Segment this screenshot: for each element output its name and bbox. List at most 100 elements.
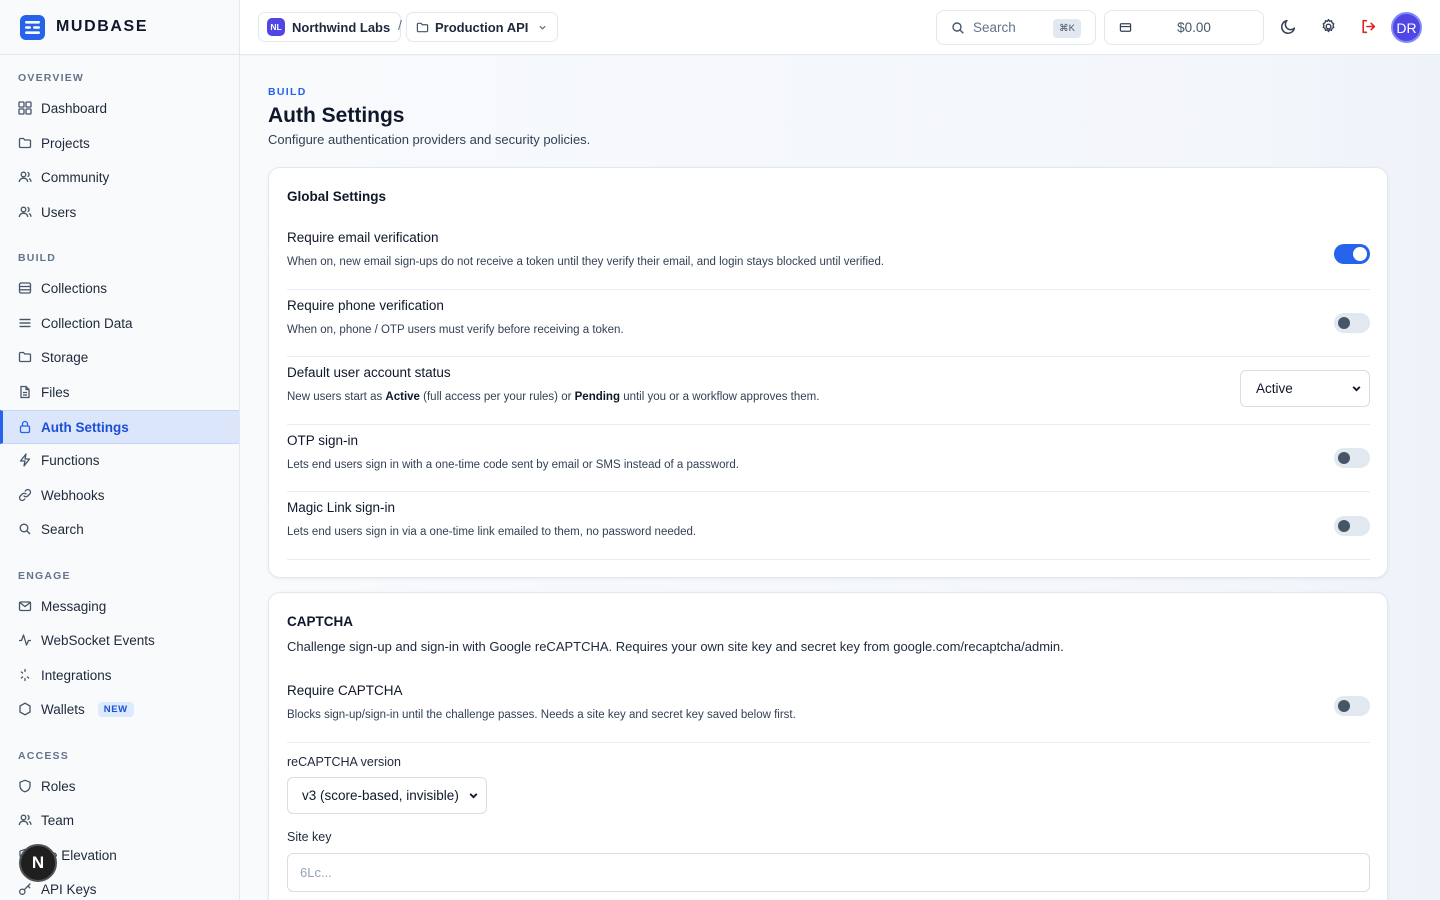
site-key-input[interactable]: 6Lc... [287,853,1370,892]
page-eyebrow: BUILD [268,86,307,98]
phone-verification-toggle[interactable] [1334,313,1370,333]
sidebar-item-label: Messaging [41,598,107,614]
setting-row-email-verification: Require email verification When on, new … [287,222,1370,290]
sidebar-item-community[interactable]: Community [0,160,239,194]
nav-section-access: ACCESS [18,750,69,762]
sidebar-item-collection-data[interactable]: Collection Data [0,306,239,340]
sidebar-item-websocket-events[interactable]: WebSocket Events [0,623,239,657]
org-avatar: NL [267,18,285,36]
users-icon [18,170,32,184]
sidebar-item-collections[interactable]: Collections [0,271,239,305]
chevron-down-icon [1351,383,1362,394]
brand[interactable]: MUDBASE [0,0,239,55]
setting-title: OTP sign-in [287,433,359,448]
setting-row-phone-verification: Require phone verification When on, phon… [287,290,1370,357]
breadcrumb-org[interactable]: NL Northwind Labs [258,12,402,42]
setting-description: When on, new email sign-ups do not recei… [287,256,885,268]
select-value: v3 (score-based, invisible) [302,788,459,803]
setting-description: When on, phone / OTP users must verify b… [287,324,624,336]
bolt-icon [18,453,32,467]
sidebar-item-roles[interactable]: Roles [0,769,239,803]
sidebar-item-label: Projects [41,135,90,151]
sidebar-item-label: Integrations [41,667,112,683]
setting-title: Magic Link sign-in [287,500,396,515]
require-captcha-toggle[interactable] [1334,696,1370,716]
setting-description: Blocks sign-up/sign-in until the challen… [287,709,796,721]
breadcrumb-project[interactable]: Production API [406,12,559,42]
nav-section-build: BUILD [18,252,57,264]
recaptcha-version-select[interactable]: v3 (score-based, invisible) [287,777,487,814]
gear-icon[interactable] [1318,16,1338,36]
chevron-down-icon [538,23,547,32]
sidebar-item-label: Files [41,384,70,400]
setting-row-default-status: Default user account status New users st… [287,357,1370,425]
setting-title: Require CAPTCHA [287,683,403,698]
email-verification-toggle[interactable] [1334,244,1370,264]
search-input[interactable]: Search ⌘K [936,10,1096,45]
nav-section-engage: ENGAGE [18,570,71,582]
sidebar-item-label: Collections [41,280,108,296]
sidebar-item-label: API Keys [41,881,97,897]
moon-icon[interactable] [1278,16,1298,36]
sidebar-item-users[interactable]: Users [0,195,239,229]
otp-signin-toggle[interactable] [1334,448,1370,468]
users-icon [18,813,32,827]
default-status-select[interactable]: Active [1240,370,1370,407]
captcha-title: CAPTCHA [287,614,353,629]
hexagon-icon [18,702,32,716]
mail-icon [18,599,32,613]
magic-link-toggle[interactable] [1334,516,1370,536]
sidebar-item-wallets[interactable]: Wallets NEW [0,692,239,726]
sidebar-item-files[interactable]: Files [0,375,239,409]
file-icon [18,385,32,399]
balance-amount: $0.00 [1177,20,1211,35]
captcha-card: CAPTCHA Challenge sign-up and sign-in wi… [268,592,1388,900]
sidebar-item-auth-settings[interactable]: Auth Settings [0,410,239,444]
toggle-knob [1338,317,1350,329]
folder-icon [18,350,32,364]
toggle-knob [1338,452,1350,464]
nav-section-overview: OVERVIEW [18,72,85,84]
sidebar-item-dashboard[interactable]: Dashboard [0,91,239,125]
global-settings-title: Global Settings [287,189,387,204]
sidebar-item-storage[interactable]: Storage [0,340,239,374]
setting-title: Default user account status [287,365,451,380]
link-icon [18,488,32,502]
toggle-knob [1338,700,1350,712]
users-icon [18,205,32,219]
sidebar-item-label: Functions [41,452,100,468]
sidebar: MUDBASE OVERVIEW Dashboard Projects Comm… [0,0,240,900]
brand-name: MUDBASE [56,18,149,35]
site-key-label: Site key [287,830,332,844]
sidebar-item-label: Users [41,204,77,220]
recaptcha-version-label: reCAPTCHA version [287,755,401,769]
sidebar-item-team[interactable]: Team [0,803,239,837]
sidebar-item-projects[interactable]: Projects [0,126,239,160]
toggle-knob [1353,247,1367,261]
setting-description: Lets end users sign in via a one-time li… [287,526,697,538]
shield-icon [18,779,32,793]
setting-row-otp: OTP sign-in Lets end users sign in with … [287,425,1370,492]
main-content: BUILD Auth Settings Configure authentica… [240,56,1440,900]
breadcrumb-separator: / [398,17,402,33]
logout-icon[interactable] [1358,16,1378,36]
sidebar-item-label: Team [41,812,75,828]
sidebar-item-label: Roles [41,778,76,794]
sidebar-item-integrations[interactable]: Integrations [0,658,239,692]
grid-icon [18,101,32,115]
search-icon [18,522,32,536]
sparkle-icon [18,668,32,682]
setting-row-require-captcha: Require CAPTCHA Blocks sign-up/sign-in u… [287,675,1370,743]
key-icon [18,882,32,896]
balance-button[interactable]: $0.00 [1104,10,1264,45]
floating-dev-button[interactable]: N [19,844,57,882]
sidebar-item-functions[interactable]: Functions [0,443,239,477]
sidebar-item-messaging[interactable]: Messaging [0,589,239,623]
sidebar-item-label: Wallets [41,701,85,717]
sidebar-item-webhooks[interactable]: Webhooks [0,478,239,512]
sidebar-item-search[interactable]: Search [0,512,239,546]
setting-title: Require phone verification [287,298,444,313]
user-avatar[interactable]: DR [1391,12,1422,43]
list-icon [18,316,32,330]
sidebar-item-label: Storage [41,349,89,365]
